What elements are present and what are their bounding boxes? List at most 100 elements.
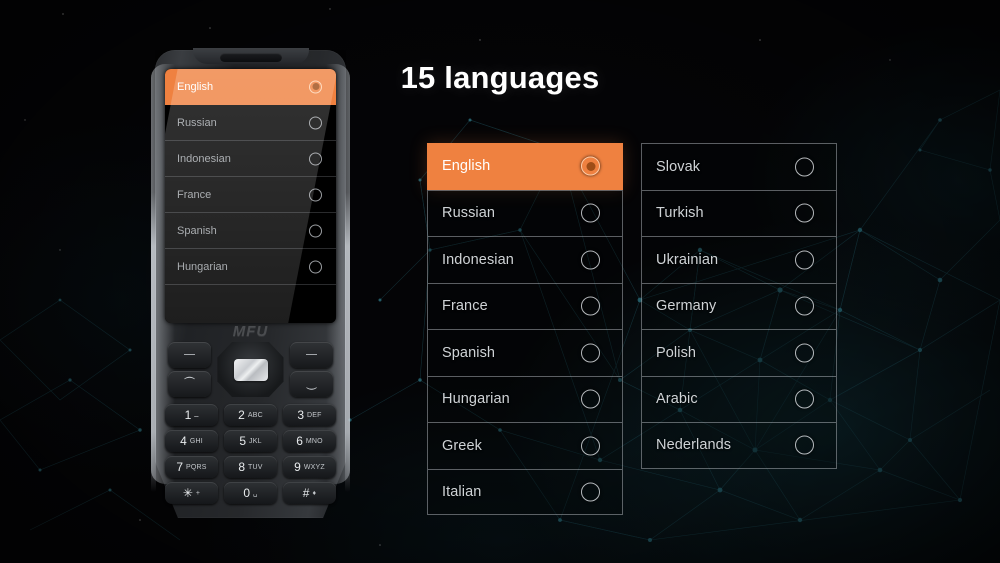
key-digit: 7: [176, 460, 184, 474]
radio-unselected-icon[interactable]: [795, 296, 814, 316]
language-row-spanish[interactable]: Spanish: [427, 329, 623, 376]
language-label: Spanish: [442, 344, 496, 361]
key-digit: 4: [180, 434, 187, 448]
key-sublabel: TUV: [248, 463, 263, 471]
language-row-indonesian[interactable]: Indonesian: [427, 236, 623, 283]
phone-edge-highlight-left: [151, 192, 156, 492]
key-sublabel: PQRS: [186, 463, 207, 471]
language-label: Slovak: [656, 158, 701, 175]
brand-logo: MFU: [232, 323, 269, 340]
language-row-france[interactable]: France: [427, 282, 623, 329]
radio-unselected-icon[interactable]: [309, 116, 322, 129]
language-row-arabic[interactable]: Arabic: [641, 375, 837, 422]
language-list-left-column: English Russian Indonesian France Spanis…: [427, 143, 623, 515]
left-soft-key[interactable]: —: [168, 342, 211, 368]
key-digit: #: [302, 486, 310, 500]
radio-unselected-icon[interactable]: [581, 389, 600, 409]
language-row-slovak[interactable]: Slovak: [641, 143, 837, 190]
language-label: Nederlands: [656, 437, 732, 454]
radio-unselected-icon[interactable]: [581, 250, 600, 270]
key-digit: 5: [239, 434, 246, 448]
phone-language-row-russian[interactable]: Russian: [165, 105, 336, 141]
keypad-row: 4 GHI 5 JKL 6 MNO: [165, 430, 336, 452]
radio-unselected-icon[interactable]: [795, 250, 814, 270]
key-sublabel: ♦: [312, 489, 317, 497]
phone-language-row-france[interactable]: France: [165, 177, 336, 213]
radio-unselected-icon[interactable]: [795, 435, 814, 455]
radio-unselected-icon[interactable]: [309, 188, 322, 201]
language-row-turkish[interactable]: Turkish: [641, 189, 837, 236]
language-row-russian[interactable]: Russian: [427, 189, 623, 236]
dash-icon: —: [184, 348, 195, 361]
key-4[interactable]: 4 GHI: [165, 430, 218, 452]
language-label: Germany: [656, 298, 717, 315]
key-digit: 8: [238, 460, 246, 474]
language-list-right-column: Slovak Turkish Ukrainian Germany Polish …: [641, 143, 837, 469]
radio-unselected-icon[interactable]: [581, 482, 600, 502]
key-7[interactable]: 7 PQRS: [165, 456, 218, 478]
radio-unselected-icon[interactable]: [309, 152, 322, 165]
radio-unselected-icon[interactable]: [581, 343, 600, 363]
radio-unselected-icon[interactable]: [581, 203, 600, 223]
key-sublabel: WXYZ: [303, 463, 325, 471]
key-sublabel: ــ: [194, 411, 199, 419]
language-label: Hungarian: [442, 391, 510, 408]
radio-selected-icon[interactable]: [581, 156, 600, 176]
radio-unselected-icon[interactable]: [581, 436, 600, 456]
language-row-italian[interactable]: Italian: [427, 468, 623, 515]
language-row-polish[interactable]: Polish: [641, 329, 837, 376]
numeric-keypad: 1 ــ 2 ABC 3 DEF 4 GHI 5 JKL 6 MNO 7 PQR…: [165, 404, 336, 508]
phone-language-row-spanish[interactable]: Spanish: [165, 213, 336, 249]
language-row-germany[interactable]: Germany: [641, 282, 837, 329]
key-1[interactable]: 1 ــ: [165, 404, 218, 426]
phone-screen-content: English Russian Indonesian France Spanis…: [165, 69, 336, 323]
radio-unselected-icon[interactable]: [309, 260, 322, 273]
right-soft-key[interactable]: —: [290, 342, 333, 368]
key-digit: 9: [294, 460, 301, 474]
key-digit: 2: [238, 408, 245, 422]
radio-unselected-icon[interactable]: [795, 157, 814, 177]
key-3[interactable]: 3 DEF: [283, 404, 336, 426]
dpad-navigation-key[interactable]: [217, 342, 284, 397]
radio-selected-icon[interactable]: [309, 80, 322, 93]
radio-unselected-icon[interactable]: [795, 343, 814, 363]
phone-language-label: France: [177, 188, 212, 201]
language-row-nederlands[interactable]: Nederlands: [641, 422, 837, 469]
key-9[interactable]: 9 WXYZ: [283, 456, 336, 478]
radio-unselected-icon[interactable]: [795, 389, 814, 409]
call-end-key[interactable]: ⏝: [290, 371, 333, 397]
soft-keys-left: — ⏜: [168, 342, 211, 400]
key-8[interactable]: 8 TUV: [224, 456, 277, 478]
phone-language-row-indonesian[interactable]: Indonesian: [165, 141, 336, 177]
key-digit: 1: [184, 408, 192, 422]
earpiece-speaker: [219, 53, 282, 62]
keypad-row: 1 ــ 2 ABC 3 DEF: [165, 404, 336, 426]
language-label: Italian: [442, 483, 482, 500]
language-row-greek[interactable]: Greek: [427, 422, 623, 469]
phone-language-row-hungarian[interactable]: Hungarian: [165, 249, 336, 285]
key-digit: 3: [297, 408, 305, 422]
key-sublabel: JKL: [249, 437, 262, 445]
key-hash[interactable]: # ♦: [283, 482, 336, 504]
language-row-ukrainian[interactable]: Ukrainian: [641, 236, 837, 283]
phone-language-label: Spanish: [177, 224, 217, 237]
radio-unselected-icon[interactable]: [795, 203, 814, 223]
key-5[interactable]: 5 JKL: [224, 430, 277, 452]
key-star[interactable]: ✳ +: [165, 482, 218, 504]
key-6[interactable]: 6 MNO: [283, 430, 336, 452]
phone-edge-highlight-right: [345, 192, 350, 492]
call-answer-key[interactable]: ⏜: [168, 371, 211, 397]
language-label: Russian: [442, 205, 496, 222]
key-sublabel: ABC: [247, 411, 263, 419]
language-row-hungarian[interactable]: Hungarian: [427, 375, 623, 422]
radio-unselected-icon[interactable]: [309, 224, 322, 237]
phone-language-row-english[interactable]: English: [165, 69, 336, 105]
language-row-english[interactable]: English: [427, 143, 623, 190]
end-call-handset-icon: ⏝: [306, 377, 317, 390]
dpad-center-ok-key[interactable]: [233, 358, 268, 381]
radio-unselected-icon[interactable]: [581, 296, 600, 316]
key-2[interactable]: 2 ABC: [224, 404, 277, 426]
key-sublabel: DEF: [307, 411, 322, 419]
key-digit: 6: [296, 434, 303, 448]
key-0[interactable]: 0 ␣: [224, 482, 277, 504]
